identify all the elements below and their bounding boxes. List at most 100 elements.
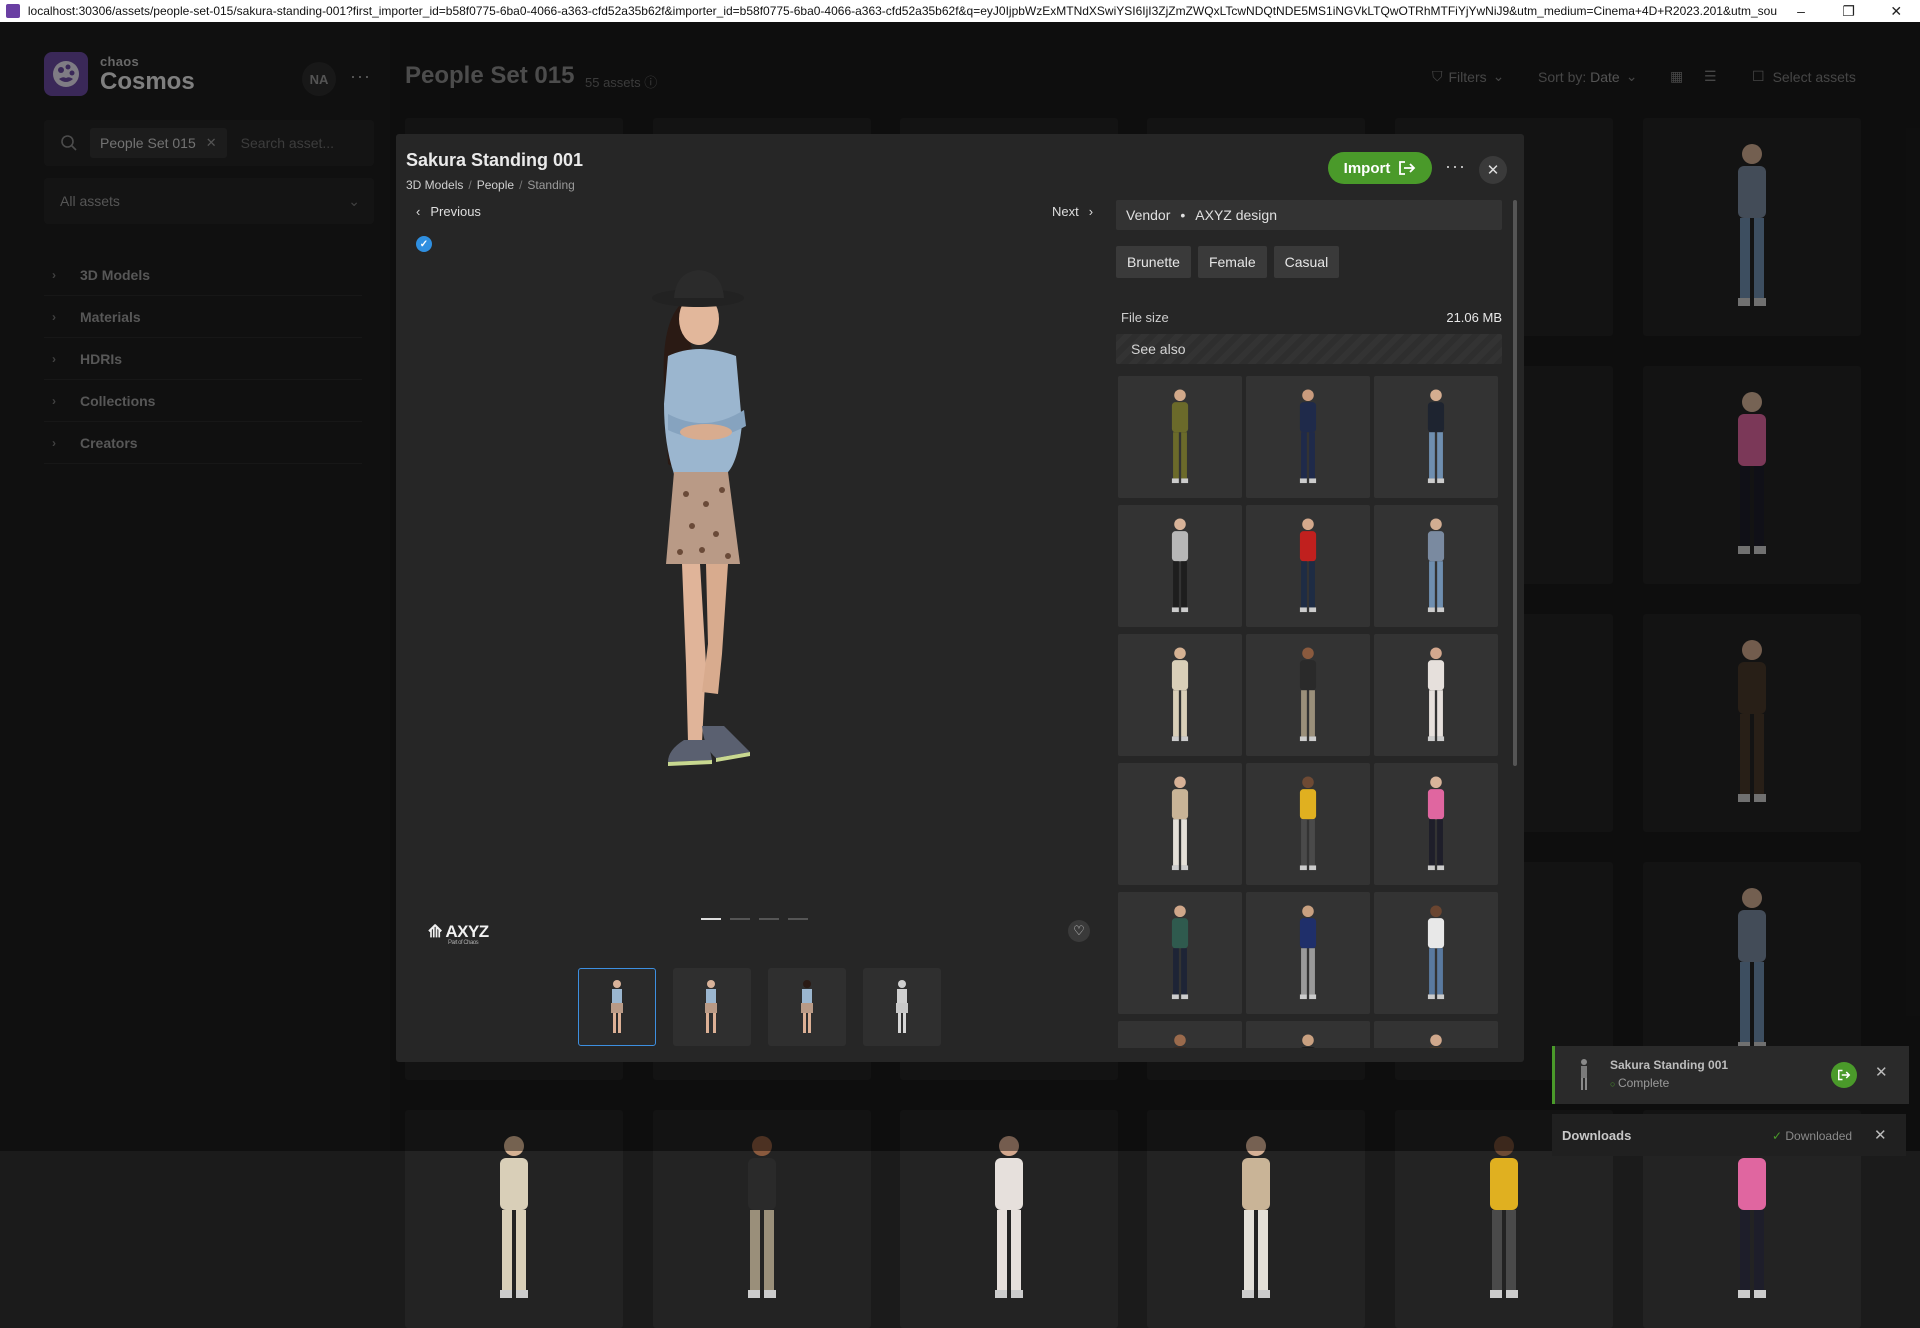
person-figure-icon [1427,776,1445,871]
chevron-right-icon: › [1088,204,1094,219]
import-icon [1399,161,1416,175]
preview-thumbnail[interactable] [578,968,656,1046]
see-also-card[interactable] [1246,376,1370,498]
vendor-logo: ⟰ AXYZ Part of Chaos [428,922,489,946]
tag-list: Brunette Female Casual [1116,246,1346,278]
scrollbar[interactable] [1513,200,1517,766]
see-also-card[interactable] [1374,1021,1498,1048]
person-figure-icon [1427,647,1445,742]
see-also-header: See also [1116,334,1502,364]
breadcrumb-item[interactable]: 3D Models [406,178,463,192]
downloads-close-button[interactable]: ✕ [1874,1126,1887,1144]
person-figure-icon [1173,1034,1187,1048]
see-also-card[interactable] [1246,505,1370,627]
asset-title: Sakura Standing 001 [406,150,584,170]
vendor-row: Vendor • AXYZ design [1116,200,1502,230]
chevron-left-icon: ‹ [416,204,421,219]
more-options-button[interactable]: ··· [1445,156,1466,177]
browser-title-bar: localhost:30306/assets/people-set-015/sa… [0,0,1920,22]
preview-thumbnail[interactable] [768,968,846,1046]
person-figure-icon [1171,518,1189,613]
carousel-dot[interactable] [788,918,808,920]
see-also-card[interactable] [1118,1021,1242,1048]
vendor-value[interactable]: AXYZ design [1195,207,1277,223]
vendor-label: Vendor [1126,207,1171,223]
tag-chip[interactable]: Casual [1273,246,1340,278]
next-label: Next [1052,204,1079,219]
asset-preview-image[interactable] [406,264,966,804]
see-also-card[interactable] [1374,892,1498,1014]
previous-button[interactable]: ‹ Previous [416,204,481,219]
person-figure-icon [500,1136,528,1298]
preview-thumbnail[interactable] [863,968,941,1046]
app-favicon-icon [6,4,20,18]
person-figure-icon [995,1136,1023,1298]
asset-detail-modal: Sakura Standing 001 3D Models / People / Sta… [396,134,1524,1062]
see-also-card[interactable] [1118,892,1242,1014]
carousel-indicator [701,918,817,920]
person-figure-icon [1427,389,1445,484]
person-figure-icon [1299,905,1317,1000]
asset-thumbnail-icon [1581,1059,1587,1090]
address-url[interactable]: localhost:30306/assets/people-set-015/sa… [28,4,1777,18]
person-figure-icon [1299,389,1317,484]
preview-thumbnails [578,968,958,1046]
tag-chip[interactable]: Female [1197,246,1267,278]
carousel-dot[interactable] [730,918,750,920]
file-size-value: 21.06 MB [1446,310,1502,325]
see-also-card[interactable] [1118,376,1242,498]
person-figure-icon [1429,1034,1443,1048]
close-button[interactable]: ✕ [1479,156,1507,184]
see-also-card[interactable] [1246,1021,1370,1048]
carousel-dot[interactable] [759,918,779,920]
tag-chip[interactable]: Brunette [1116,246,1191,278]
person-figure-icon [748,1136,776,1298]
next-button[interactable]: Next › [1052,204,1093,219]
restore-button[interactable]: ❐ [1825,3,1873,20]
import-button[interactable]: Import [1328,152,1432,184]
breadcrumb-item[interactable]: People [477,178,514,192]
person-figure-icon [1299,518,1317,613]
previous-label: Previous [430,204,481,219]
see-also-card[interactable] [1246,892,1370,1014]
person-figure-icon [1299,776,1317,871]
import-label: Import [1343,159,1391,177]
toast-close-button[interactable]: ✕ [1875,1063,1888,1081]
see-also-card[interactable] [1118,763,1242,885]
see-also-card[interactable] [1118,505,1242,627]
import-icon [1838,1069,1851,1081]
bullet-separator: • [1180,207,1186,223]
see-also-card[interactable] [1246,634,1370,756]
import-action-button[interactable] [1831,1062,1857,1088]
person-figure-icon [1301,1034,1315,1048]
see-also-label: See also [1131,341,1186,357]
vendor-logo-text: AXYZ [445,922,489,941]
see-also-card[interactable] [1118,634,1242,756]
person-figure-icon [1427,905,1445,1000]
carousel-dot[interactable] [701,918,721,920]
selected-check-icon[interactable]: ✓ [416,236,432,252]
person-figure-icon [1171,389,1189,484]
person-figure-icon [1242,1136,1270,1298]
person-figure-icon [1299,647,1317,742]
see-also-card[interactable] [1374,505,1498,627]
file-size-label: File size [1121,310,1169,325]
axyz-logo-icon: ⟰ [428,922,442,941]
see-also-card[interactable] [1246,763,1370,885]
see-also-card[interactable] [1374,763,1498,885]
download-toast: Sakura Standing 001 Complete ✕ [1552,1046,1909,1104]
preview-thumbnail[interactable] [673,968,751,1046]
breadcrumb-item[interactable]: Standing [527,178,574,192]
see-also-card[interactable] [1374,634,1498,756]
toast-title: Sakura Standing 001 [1610,1058,1729,1072]
see-also-grid [1118,376,1500,1048]
person-figure-icon [1490,1136,1518,1298]
person-figure-icon [1171,647,1189,742]
window-close-button[interactable]: ✕ [1872,3,1920,20]
favorite-heart-icon[interactable]: ♡ [1068,920,1090,942]
app: chaos Cosmos NA ··· People Set 015 ✕ Sea… [0,22,1920,1328]
breadcrumb: 3D Models / People / Standing [406,178,575,192]
minimize-button[interactable]: – [1777,3,1825,19]
see-also-card[interactable] [1374,376,1498,498]
person-figure-icon [1427,518,1445,613]
